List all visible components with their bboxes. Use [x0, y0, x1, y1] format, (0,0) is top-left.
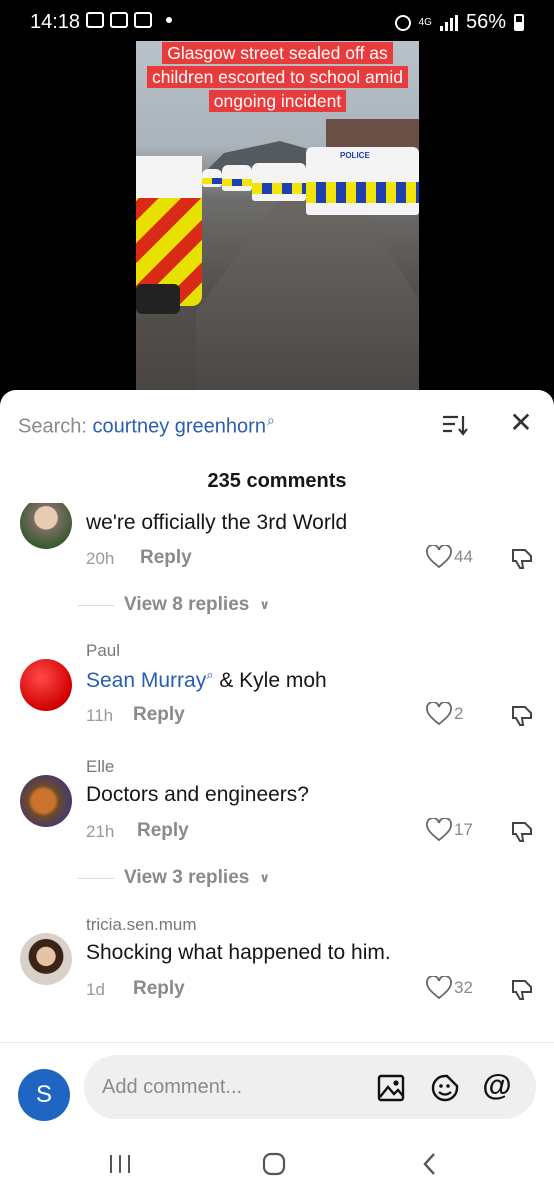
like-count: 2	[454, 704, 464, 723]
avatar[interactable]	[20, 775, 72, 827]
avatar[interactable]	[20, 933, 72, 985]
like-button[interactable]: 17	[426, 818, 473, 842]
comment-count: 235 comments	[207, 470, 347, 492]
comment-username[interactable]: Elle	[86, 757, 114, 777]
more-notifications-icon	[166, 17, 172, 23]
police-van	[222, 165, 252, 191]
comment-input[interactable]	[102, 1069, 362, 1105]
comment-text: Sean Murray⌕ & Kyle moh	[86, 667, 327, 693]
heart-icon	[426, 702, 452, 726]
status-right: 4G 56%	[394, 11, 524, 34]
heart-icon	[426, 545, 452, 569]
search-icon: ⌕	[206, 667, 214, 682]
network-type: 4G	[418, 16, 432, 28]
police-van	[202, 169, 222, 187]
youtube-notification-icon	[110, 12, 128, 28]
comment-text: we're officially the 3rd World	[86, 511, 348, 534]
police-van-foreground	[136, 156, 202, 314]
alarm-icon	[394, 14, 411, 31]
comment-input-bar: S @	[0, 1042, 554, 1126]
image-icon[interactable]	[376, 1073, 406, 1103]
comment-text: Doctors and engineers?	[86, 783, 309, 806]
battery-icon	[514, 14, 524, 31]
search-row[interactable]: Search: courtney greenhorn⌕	[18, 412, 275, 439]
divider	[78, 604, 114, 606]
police-van: POLICE	[306, 147, 419, 215]
notification-icons	[86, 12, 172, 28]
home-icon[interactable]	[254, 1144, 294, 1184]
avatar[interactable]	[20, 503, 72, 549]
reply-button[interactable]: Reply	[133, 704, 185, 726]
dislike-icon[interactable]	[510, 547, 534, 571]
sort-icon[interactable]	[442, 414, 468, 436]
comment-sheet: Search: courtney greenhorn⌕ ✕ 235 commen…	[0, 390, 554, 1200]
view-replies-button[interactable]: View 3 replies ∨	[78, 867, 270, 889]
like-count: 44	[454, 547, 473, 566]
comment-input-pill[interactable]: @	[84, 1055, 536, 1119]
comment-list[interactable]: we're officially the 3rd World 20h Reply…	[0, 503, 554, 1043]
like-button[interactable]: 44	[426, 545, 473, 569]
system-nav-bar	[0, 1126, 554, 1200]
dislike-icon[interactable]	[510, 704, 534, 728]
recent-apps-icon[interactable]	[100, 1144, 140, 1184]
battery-percent: 56%	[465, 11, 506, 33]
reply-button[interactable]: Reply	[137, 820, 189, 842]
like-button[interactable]: 2	[426, 702, 463, 726]
like-count: 32	[454, 978, 473, 997]
video-road	[196, 191, 419, 391]
at-icon[interactable]: @	[482, 1069, 512, 1102]
view-replies-label: View 3 replies	[124, 867, 250, 888]
status-time: 14:18	[30, 11, 81, 33]
reply-button[interactable]: Reply	[140, 547, 192, 569]
dislike-icon[interactable]	[510, 978, 534, 1002]
headline-text: Glasgow street sealed off as children es…	[147, 42, 408, 112]
heart-icon	[426, 818, 452, 842]
my-avatar[interactable]: S	[18, 1069, 70, 1121]
close-icon[interactable]: ✕	[508, 409, 534, 437]
police-van	[252, 163, 306, 201]
chevron-down-icon: ∨	[259, 870, 270, 885]
gallery-notification-icon	[86, 12, 104, 28]
like-count: 17	[454, 820, 473, 839]
view-replies-button[interactable]: View 8 replies ∨	[78, 594, 270, 616]
mention-link[interactable]: Sean Murray	[86, 669, 206, 692]
comment-text: Shocking what happened to him.	[86, 941, 391, 964]
video-player[interactable]: POLICE Glasgow street sealed off as chil…	[136, 41, 419, 391]
emoji-icon[interactable]	[430, 1073, 460, 1103]
back-icon[interactable]	[410, 1144, 450, 1184]
comment-text-rest: & Kyle moh	[213, 669, 327, 692]
avatar[interactable]	[20, 659, 72, 711]
police-label: POLICE	[340, 151, 370, 160]
search-icon: ⌕	[266, 412, 275, 428]
signal-icon	[439, 14, 458, 31]
view-replies-label: View 8 replies	[124, 594, 250, 615]
reply-button[interactable]: Reply	[133, 978, 185, 1000]
comment-time: 21h	[86, 822, 115, 841]
heart-icon	[426, 976, 452, 1000]
comment-username[interactable]: tricia.sen.mum	[86, 915, 197, 935]
comment-time: 1d	[86, 980, 105, 999]
divider	[78, 877, 114, 879]
shopping-notification-icon	[134, 12, 152, 28]
comment-time: 20h	[86, 549, 115, 568]
comment-time: 11h	[86, 706, 114, 725]
search-term[interactable]: courtney greenhorn	[93, 416, 266, 438]
comment-username[interactable]: Paul	[86, 641, 120, 661]
chevron-down-icon: ∨	[259, 597, 270, 612]
search-prefix: Search:	[18, 415, 87, 438]
dislike-icon[interactable]	[510, 820, 534, 844]
video-headline: Glasgow street sealed off as children es…	[146, 41, 409, 113]
status-bar: 14:18 4G 56%	[0, 0, 554, 44]
like-button[interactable]: 32	[426, 976, 473, 1000]
